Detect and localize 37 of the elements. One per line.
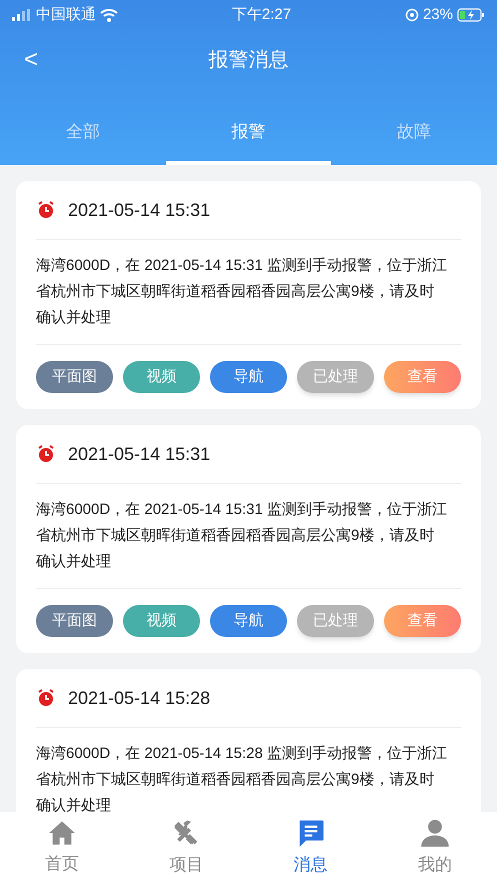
signal-icon (12, 9, 32, 21)
alarm-time: 2021-05-14 15:31 (68, 198, 210, 222)
action-button[interactable]: 导航 (210, 605, 287, 637)
action-button[interactable]: 查看 (384, 605, 461, 637)
user-icon (420, 818, 450, 848)
battery-icon (456, 8, 485, 22)
tab[interactable]: 故障 (331, 90, 497, 165)
battery-percent: 23% (422, 4, 453, 25)
action-button[interactable]: 视频 (123, 605, 200, 637)
action-button[interactable]: 平面图 (36, 605, 113, 637)
nav-tab[interactable]: 我的 (372, 812, 497, 883)
alarm-clock-icon (36, 688, 56, 708)
action-button[interactable]: 导航 (210, 361, 287, 393)
nav-tab[interactable]: 消息 (248, 812, 373, 883)
alarm-message: 海湾6000D，在 2021-05-14 15:31 监测到手动报警，位于浙江省杭州市下城区朝晖街道稻香园稻香园高层公寓9楼，请及时确认并处理 (35, 500, 448, 572)
page-title: 报警消息 (208, 48, 288, 73)
alarm-time: 2021-05-14 15:28 (68, 686, 210, 710)
action-button[interactable]: 视频 (123, 361, 200, 393)
alarm-message: 海湾6000D，在 2021-05-14 15:31 监测到手动报警，位于浙江省杭州市下城区朝晖街道稻香园稻香园高层公寓9楼，请及时确认并处理 (35, 256, 448, 328)
carrier-name: 中国联通 (36, 4, 96, 25)
home-icon (48, 818, 76, 847)
action-button[interactable]: 已处理 (297, 361, 374, 393)
alarm-clock-icon (36, 200, 56, 220)
nav-tab[interactable]: 首页 (0, 812, 124, 883)
action-button[interactable]: 查看 (384, 361, 461, 393)
alarm-time: 2021-05-14 15:31 (68, 442, 210, 466)
action-button[interactable]: 平面图 (36, 361, 113, 393)
wifi-icon (100, 8, 118, 22)
rotation-lock-icon (404, 8, 419, 22)
alarm-clock-icon (36, 444, 56, 464)
alarm-message: 海湾6000D，在 2021-05-14 15:28 监测到手动报警，位于浙江省杭州市下城区朝晖街道稻香园稻香园高层公寓9楼，请及时确认并处理 (35, 744, 448, 812)
nav-tab[interactable]: 项目 (124, 812, 248, 883)
action-button[interactable]: 已处理 (297, 605, 374, 637)
tab[interactable]: 报警 (166, 90, 332, 165)
back-button[interactable]: < (24, 42, 38, 78)
clock-time: 下午2:27 (232, 4, 292, 25)
tab[interactable]: 全部 (0, 90, 166, 165)
